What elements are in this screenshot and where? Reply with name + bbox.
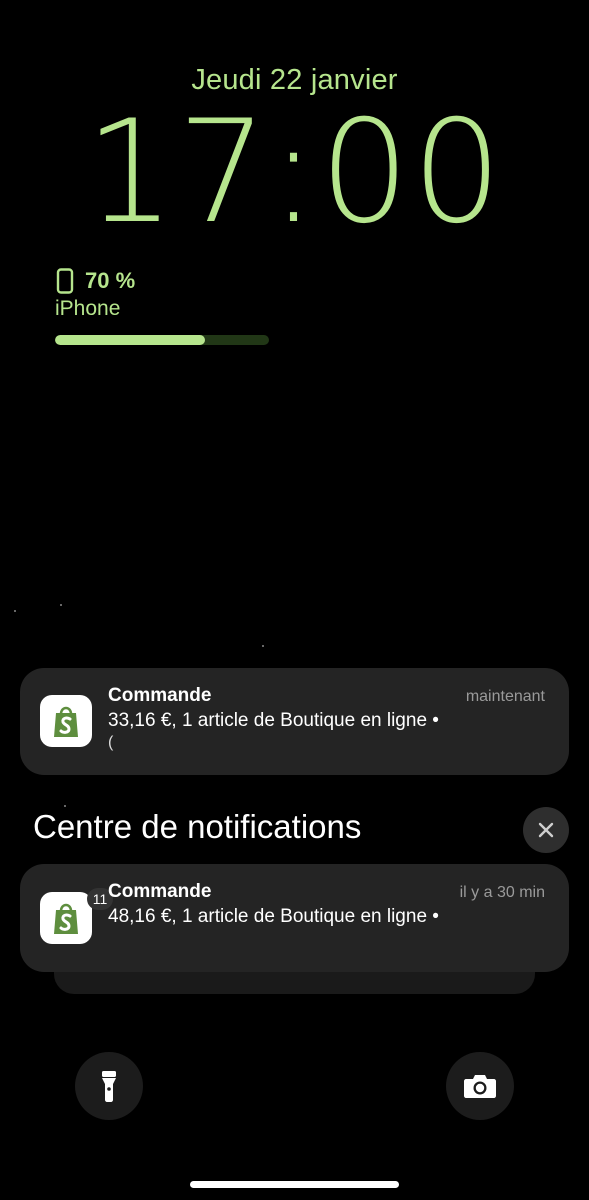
notification-title: Commande <box>108 685 212 706</box>
lockscreen-clock: 17:00 <box>84 90 505 255</box>
background-speck <box>262 645 264 647</box>
background-speck <box>64 805 66 807</box>
iphone-icon <box>55 268 75 294</box>
notification-time: il y a 30 min <box>459 884 545 901</box>
background-speck <box>14 610 16 612</box>
notification-body: 48,16 €, 1 article de Boutique en ligne … <box>108 906 439 927</box>
clear-notifications-button[interactable] <box>523 807 569 853</box>
battery-level-track <box>55 335 269 345</box>
notification-title: Commande <box>108 881 212 902</box>
notification-time: maintenant <box>465 688 545 705</box>
shopify-icon <box>40 695 92 747</box>
battery-device-name: iPhone <box>55 297 121 320</box>
background-speck <box>60 604 62 606</box>
notification-center-title: Centre de notifications <box>33 808 362 845</box>
close-icon <box>538 822 554 838</box>
flashlight-button[interactable] <box>75 1052 143 1120</box>
camera-icon <box>464 1075 496 1098</box>
flashlight-icon <box>102 1071 116 1102</box>
battery-level-fill <box>55 335 205 345</box>
notification-body: 33,16 €, 1 article de Boutique en ligne … <box>108 710 439 731</box>
camera-button[interactable] <box>446 1052 514 1120</box>
notification-body-line2: ( <box>108 734 114 751</box>
battery-widget[interactable]: 70 % iPhone <box>55 266 275 345</box>
home-indicator[interactable] <box>190 1181 399 1188</box>
battery-percent: 70 % <box>85 268 136 293</box>
shopify-icon <box>40 892 92 944</box>
notification-card[interactable]: Commande maintenant 33,16 €, 1 article d… <box>20 668 569 775</box>
notification-stack[interactable]: 11 Commande il y a 30 min 48,16 €, 1 art… <box>20 864 569 972</box>
